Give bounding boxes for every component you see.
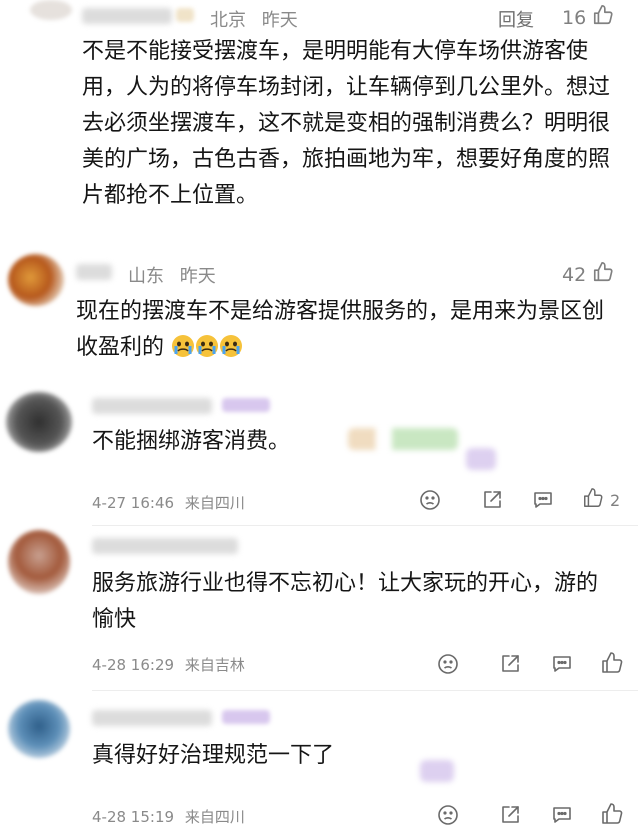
comment-text: 服务旅游行业也得不忘初心！让大家玩的开心，游的愉快	[92, 566, 612, 638]
thumbs-up-icon[interactable]	[600, 802, 624, 826]
like-button[interactable]: 2	[582, 487, 620, 513]
crying-face-icon	[196, 335, 219, 357]
location-time: 山东 昨天	[128, 262, 216, 288]
date-label: 4-27 16:46	[92, 494, 175, 512]
username-blurred[interactable]	[92, 538, 238, 554]
crying-face-icon	[220, 335, 243, 357]
sticker-blurred	[420, 760, 454, 782]
badge-blurred	[222, 398, 270, 412]
thumbs-up-icon	[582, 487, 604, 513]
username-blurred[interactable]	[92, 398, 212, 414]
time-label: 昨天	[261, 10, 298, 31]
crying-emoji-group	[171, 335, 243, 360]
username-blurred[interactable]	[76, 264, 112, 280]
avatar[interactable]	[6, 392, 72, 452]
username-blurred[interactable]	[92, 710, 212, 726]
dislike-face-icon[interactable]	[418, 488, 442, 512]
region-label: 来自吉林	[184, 656, 245, 674]
comment-text: 真得好好治理规范一下了	[92, 738, 334, 774]
username-blurred[interactable]	[82, 8, 172, 24]
region-label: 来自四川	[184, 494, 245, 512]
comment-text: 不是不能接受摆渡车，是明明能有大停车场供游客使用，人为的将停车场封闭，让车辆停到…	[82, 39, 611, 208]
thumbs-up-icon	[592, 4, 614, 31]
dislike-face-icon[interactable]	[436, 652, 460, 676]
comment-text-content: 不能捆绑游客消费。	[92, 429, 291, 454]
badge-blurred	[176, 8, 194, 22]
share-icon[interactable]	[480, 488, 504, 512]
thumbs-up-icon[interactable]	[600, 651, 624, 675]
sticker-blurred	[466, 448, 496, 470]
like-button[interactable]: 16	[562, 4, 614, 31]
crying-face-icon	[172, 335, 195, 357]
like-button[interactable]: 42	[562, 261, 614, 288]
share-icon[interactable]	[498, 652, 522, 676]
comment-icon[interactable]	[550, 652, 574, 676]
comment-icon[interactable]	[550, 803, 574, 827]
comment-text-content: 真得好好治理规范一下了	[92, 743, 335, 768]
comment-text: 不能捆绑游客消费。	[92, 424, 290, 460]
comment-meta: 4-28 16:29 来自吉林	[92, 654, 245, 675]
comment-text-content: 现在的摆渡车不是给游客提供服务的，是用来为景区创收盈利的	[76, 299, 605, 360]
location-time: 北京 昨天	[210, 6, 298, 32]
region-label: 来自四川	[184, 808, 245, 826]
divider	[92, 525, 638, 526]
comment-meta: 4-27 16:46 来自四川	[92, 492, 245, 513]
thumbs-up-icon	[592, 261, 614, 288]
avatar[interactable]	[30, 0, 72, 20]
avatar[interactable]	[8, 700, 70, 758]
comment-meta: 4-28 15:19 来自四川	[92, 806, 245, 827]
location-label: 北京	[210, 10, 246, 31]
date-label: 4-28 16:29	[92, 656, 175, 674]
like-count: 42	[562, 263, 587, 286]
comment-text: 现在的摆渡车不是给游客提供服务的，是用来为景区创收盈利的	[76, 294, 624, 366]
like-count: 16	[562, 6, 587, 29]
location-label: 山东	[128, 266, 164, 287]
avatar[interactable]	[8, 530, 70, 594]
like-count: 2	[610, 490, 621, 510]
sticker-blurred	[348, 428, 458, 450]
badge-blurred	[222, 710, 270, 724]
date-label: 4-28 15:19	[92, 808, 175, 826]
reply-button[interactable]: 回复	[498, 6, 534, 32]
time-label: 昨天	[179, 266, 216, 287]
dislike-face-icon[interactable]	[436, 803, 460, 827]
avatar[interactable]	[8, 254, 64, 306]
divider	[92, 690, 638, 691]
comment-icon[interactable]	[531, 488, 555, 512]
share-icon[interactable]	[498, 803, 522, 827]
comment-text-content: 服务旅游行业也得不忘初心！让大家玩的开心，游的愉快	[92, 571, 599, 632]
